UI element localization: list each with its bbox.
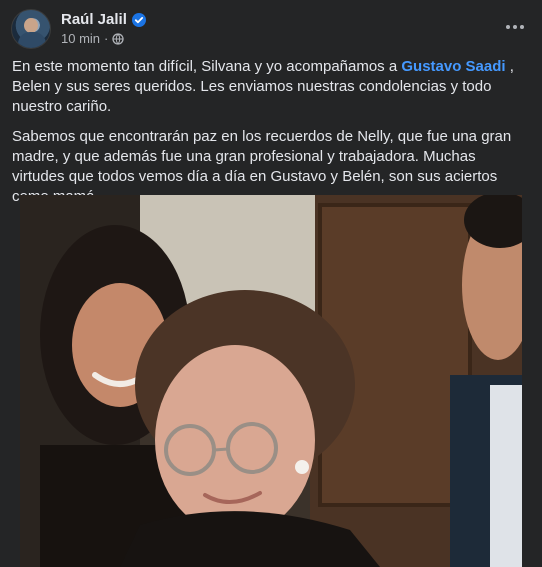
verified-badge-icon [131,12,146,27]
more-options-icon [506,25,524,29]
paragraph-1-before: En este momento tan difícil, Silvana y y… [12,58,402,75]
post-meta: 10 min · [61,31,125,46]
facebook-post: Raúl Jalil 10 min · En este momento tan … [0,0,542,567]
author-avatar[interactable] [11,9,51,49]
post-paragraph-1: En este momento tan difícil, Silvana y y… [12,57,530,117]
author-name[interactable]: Raúl Jalil [61,11,127,28]
globe-icon[interactable] [112,32,125,45]
more-options-button[interactable] [502,17,528,37]
post-photo[interactable] [20,195,522,567]
post-timestamp[interactable]: 10 min [61,31,100,46]
mention-link[interactable]: Gustavo Saadi [401,58,505,75]
photo-illustration [20,195,522,567]
author-name-row: Raúl Jalil [61,11,146,28]
post-header: Raúl Jalil 10 min · [11,9,532,51]
post-text: En este momento tan difícil, Silvana y y… [12,57,530,217]
avatar-head-shape [24,18,38,33]
meta-separator: · [104,31,109,46]
avatar-body-shape [18,32,46,48]
